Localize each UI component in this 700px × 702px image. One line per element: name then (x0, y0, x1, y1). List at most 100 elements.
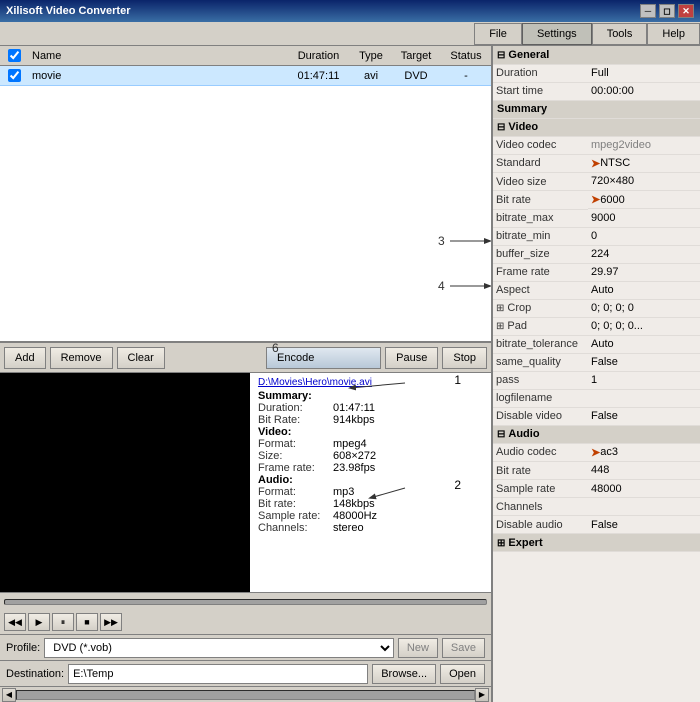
play-btn[interactable]: ▶ (28, 613, 50, 631)
settings-bitratemin-key: bitrate_min (493, 227, 588, 245)
titlebar-controls: ─ ◻ ✕ (640, 4, 694, 18)
info-audio-bitrate-val: 148kbps (333, 498, 375, 510)
settings-row-bitratetolerance: bitrate_tolerance Auto (493, 335, 700, 353)
settings-aspect-key: Aspect (493, 281, 588, 299)
scroll-left-btn[interactable]: ◀ (2, 688, 16, 702)
file-check[interactable] (8, 69, 21, 82)
titlebar-title: Xilisoft Video Converter (6, 5, 131, 17)
info-format-val: mpeg4 (333, 438, 367, 450)
col-header-target: Target (391, 50, 441, 62)
browse-btn[interactable]: Browse... (372, 664, 436, 684)
annotation-2: 2 (454, 478, 461, 492)
settings-framerate-val[interactable]: 29.97 (588, 263, 700, 281)
file-list-area: Name Duration Type Target Status movie 0… (0, 46, 491, 342)
minimize-btn[interactable]: ─ (640, 4, 656, 18)
profile-select[interactable]: DVD (*.vob) (44, 638, 394, 658)
settings-bitratetolerance-val[interactable]: Auto (588, 335, 700, 353)
dest-input[interactable] (68, 664, 368, 684)
profile-save-btn[interactable]: Save (442, 638, 485, 658)
clear-button[interactable]: Clear (117, 347, 165, 369)
settings-row-samequality: same_quality False (493, 353, 700, 371)
settings-aspect-val[interactable]: Auto (588, 281, 700, 299)
file-type: avi (351, 70, 391, 82)
video-preview (0, 373, 250, 592)
seek-bar[interactable] (4, 599, 487, 605)
file-row[interactable]: movie 01:47:11 avi DVD - (0, 66, 491, 86)
annotation-6: 6 (272, 341, 279, 355)
file-name: movie (28, 70, 286, 82)
settings-pad-val[interactable]: 0; 0; 0; 0... (588, 317, 700, 335)
scroll-right-btn[interactable]: ▶ (475, 688, 489, 702)
settings-audiobitrate-val[interactable]: 448 (588, 462, 700, 480)
stop-button[interactable]: Stop (442, 347, 487, 369)
right-panel: ⊟General Duration Full Start time 00:00:… (492, 46, 700, 702)
add-button[interactable]: Add (4, 347, 46, 369)
settings-standard-key: Standard (493, 154, 588, 173)
seek-area (0, 592, 491, 610)
info-audio-bitrate-key: Bit rate: (258, 498, 333, 510)
settings-starttime-val[interactable]: 00:00:00 (588, 82, 700, 100)
profile-new-btn[interactable]: New (398, 638, 438, 658)
menu-help[interactable]: Help (647, 23, 700, 45)
settings-row-starttime: Start time 00:00:00 (493, 82, 700, 100)
annotation-3: 3 (438, 234, 445, 248)
encode-button[interactable]: Encode (266, 347, 381, 369)
info-channels-key: Channels: (258, 522, 333, 534)
settings-audiocodec-key: Audio codec (493, 443, 588, 462)
settings-disableaudio-val[interactable]: False (588, 516, 700, 534)
restore-btn[interactable]: ◻ (659, 4, 675, 18)
settings-bitratemax-val[interactable]: 9000 (588, 209, 700, 227)
remove-button[interactable]: Remove (50, 347, 113, 369)
settings-channels-val[interactable] (588, 498, 700, 516)
info-audio-format-val: mp3 (333, 486, 354, 498)
info-filename[interactable]: D:\Movies\Hero\movie.avi (258, 377, 483, 388)
stop-playback-btn[interactable]: ■ (76, 613, 98, 631)
prev-btn[interactable]: ◀◀ (4, 613, 26, 631)
file-list-body: 3 4 6 (0, 86, 491, 341)
settings-table: ⊟General Duration Full Start time 00:00:… (493, 46, 700, 552)
settings-pass-val[interactable]: 1 (588, 371, 700, 389)
settings-row-framerate: Frame rate 29.97 (493, 263, 700, 281)
pause-button[interactable]: Pause (385, 347, 438, 369)
next-btn[interactable]: ▶▶ (100, 613, 122, 631)
menu-file[interactable]: File (474, 23, 522, 45)
expert-label: Expert (508, 537, 542, 549)
settings-row-crop: ⊞Crop 0; 0; 0; 0 (493, 299, 700, 317)
settings-bitratemin-val[interactable]: 0 (588, 227, 700, 245)
info-duration-val: 01:47:11 (333, 402, 375, 414)
close-btn[interactable]: ✕ (678, 4, 694, 18)
settings-samequality-val[interactable]: False (588, 353, 700, 371)
settings-buffersize-val[interactable]: 224 (588, 245, 700, 263)
expert-section: ⊞Expert (493, 534, 700, 552)
info-framerate-key: Frame rate: (258, 462, 333, 474)
settings-videosize-val[interactable]: 720×480 (588, 173, 700, 191)
profile-bar: Profile: DVD (*.vob) New Save (0, 634, 491, 660)
settings-videocodec-val[interactable]: mpeg2video (588, 136, 700, 154)
settings-audiocodec-val[interactable]: ➤ac3 (588, 444, 700, 462)
settings-bitratemax-key: bitrate_max (493, 209, 588, 227)
settings-row-bitratemin: bitrate_min 0 (493, 227, 700, 245)
settings-standard-val[interactable]: ➤NTSC (588, 155, 700, 173)
settings-duration-val[interactable]: Full (588, 64, 700, 82)
settings-bitrate-val[interactable]: ➤6000 (588, 191, 700, 209)
open-btn[interactable]: Open (440, 664, 485, 684)
file-status: - (441, 70, 491, 82)
menu-tools[interactable]: Tools (592, 23, 648, 45)
pause-playback-btn[interactable]: ⏸ (52, 613, 74, 631)
settings-row-aspect: Aspect Auto (493, 281, 700, 299)
settings-logfilename-val[interactable] (588, 389, 700, 407)
video-section: ⊟Video (493, 118, 700, 136)
menu-settings[interactable]: Settings (522, 23, 592, 45)
general-expand-icon: ⊟ (497, 50, 505, 61)
header-check[interactable] (8, 49, 21, 62)
file-target: DVD (391, 70, 441, 82)
settings-disablevideo-val[interactable]: False (588, 407, 700, 425)
settings-row-videosize: Video size 720×480 (493, 173, 700, 191)
settings-samplerate-val[interactable]: 48000 (588, 480, 700, 498)
info-samplerate-val: 48000Hz (333, 510, 377, 522)
summary-section: Summary (493, 100, 700, 118)
scroll-track[interactable] (16, 690, 475, 700)
settings-logfilename-key: logfilename (493, 389, 588, 407)
info-summary-label: Summary: (258, 390, 483, 402)
settings-crop-val[interactable]: 0; 0; 0; 0 (588, 299, 700, 317)
